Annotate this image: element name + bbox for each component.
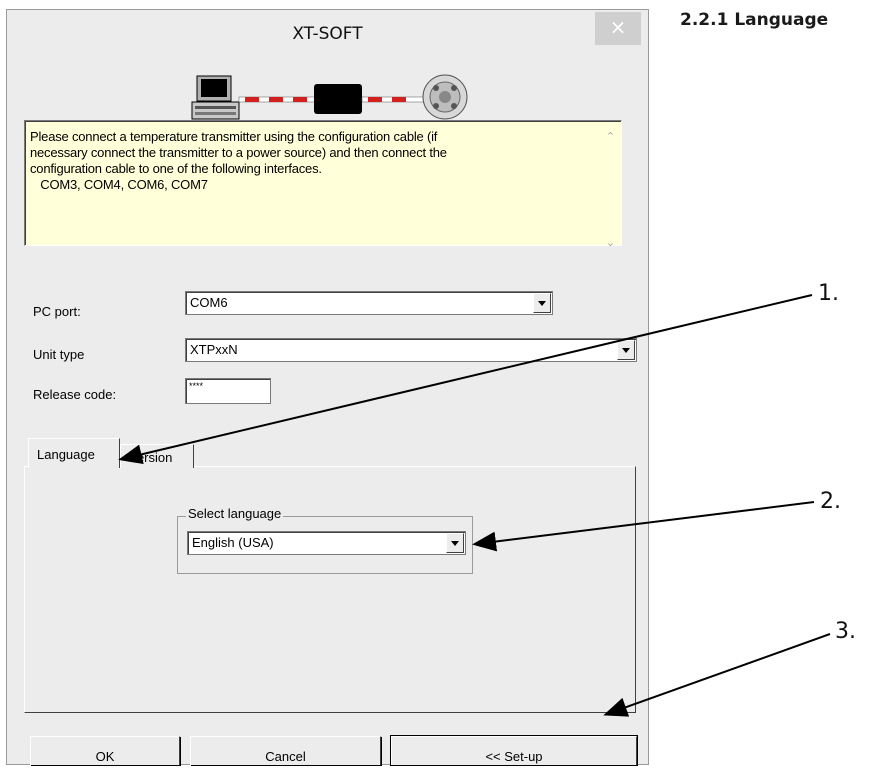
callout-number-2: 2. [820, 489, 841, 514]
callout-arrow-2 [472, 501, 815, 552]
callout-arrow-3 [603, 633, 831, 717]
callout-arrow-1 [118, 294, 813, 465]
callout-arrows [118, 294, 831, 717]
callout-number-3: 3. [835, 619, 856, 644]
callout-number-1: 1. [818, 281, 839, 306]
